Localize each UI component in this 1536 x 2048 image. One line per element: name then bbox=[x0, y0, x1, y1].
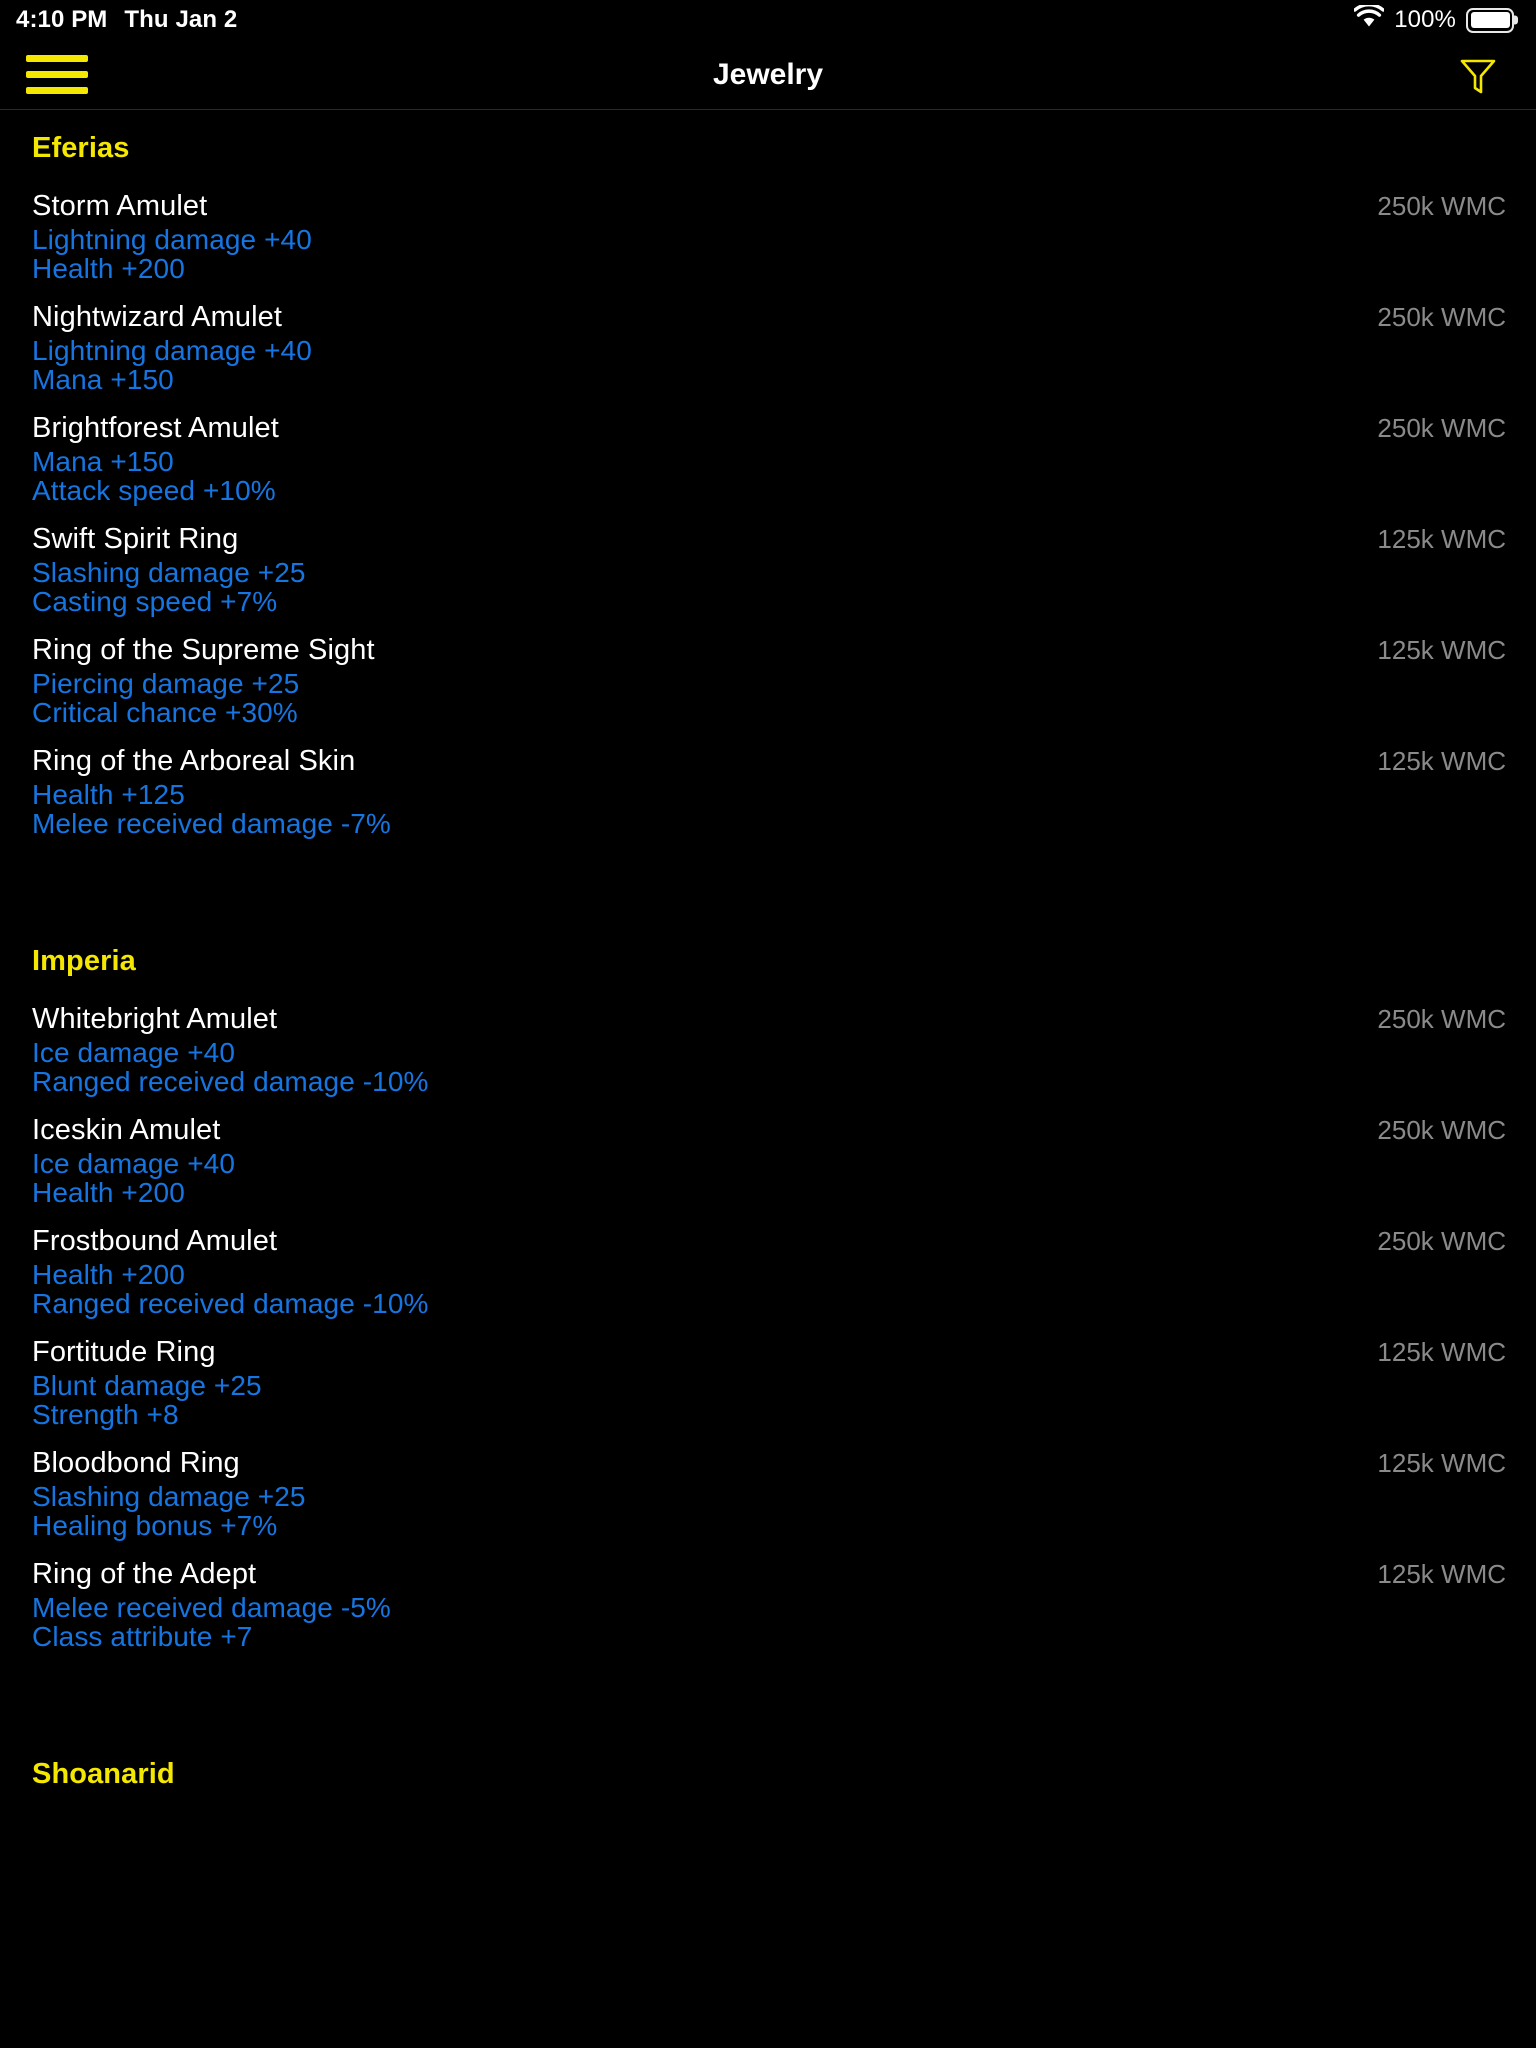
item-row[interactable]: Ring of the Arboreal Skin Health +125 Mele… bbox=[32, 728, 1506, 839]
item-stat: Ice damage +40 bbox=[32, 1037, 235, 1068]
item-stat: Healing bonus +7% bbox=[32, 1510, 278, 1541]
battery-percent: 100% bbox=[1394, 6, 1456, 33]
item-stat: Ranged received damage -10% bbox=[32, 1066, 429, 1097]
item-row[interactable]: Whitebright Amulet Ice damage +40 Ranged r… bbox=[32, 986, 1506, 1097]
item-price: 125k WMC bbox=[1377, 746, 1506, 776]
item-price: 125k WMC bbox=[1377, 1448, 1506, 1478]
status-time: 4:10 PM bbox=[16, 6, 108, 33]
item-row[interactable]: Bloodbond Ring Slashing damage +25 Healing… bbox=[32, 1430, 1506, 1541]
item-price: 250k WMC bbox=[1377, 302, 1506, 332]
item-name: Iceskin Amulet bbox=[32, 1114, 221, 1146]
item-details: Ring of the Adept Melee received damage -… bbox=[32, 1555, 1353, 1651]
item-details: Bloodbond Ring Slashing damage +25 Healing… bbox=[32, 1444, 1353, 1540]
item-details: Iceskin Amulet Ice damage +40 Health +200 bbox=[32, 1111, 1353, 1207]
item-stat: Critical chance +30% bbox=[32, 697, 298, 728]
item-name: Frostbound Amulet bbox=[32, 1225, 278, 1257]
item-stat: Class attribute +7 bbox=[32, 1621, 253, 1652]
battery-full-icon bbox=[1466, 7, 1514, 33]
item-stat: Ice damage +40 bbox=[32, 1148, 235, 1179]
item-stat: Strength +8 bbox=[32, 1399, 179, 1430]
item-stat: Lightning damage +40 bbox=[32, 335, 312, 366]
item-row[interactable]: Swift Spirit Ring Slashing damage +25 Cast… bbox=[32, 506, 1506, 617]
item-name: Ring of the Adept bbox=[32, 1558, 257, 1590]
section-header: Eferias bbox=[32, 132, 130, 164]
wifi-icon bbox=[1353, 3, 1386, 35]
section-imperia: Imperia Whitebright Amulet Ice damage +40 R… bbox=[32, 923, 1506, 1652]
navigation-bar: Jewelry bbox=[0, 40, 1536, 110]
item-stat: Blunt damage +25 bbox=[32, 1370, 262, 1401]
item-row[interactable]: Frostbound Amulet Health +200 Ranged recei… bbox=[32, 1208, 1506, 1319]
item-row[interactable]: Storm Amulet Lightning damage +40 Health +… bbox=[32, 173, 1506, 284]
item-stat: Mana +150 bbox=[32, 446, 174, 477]
item-name: Nightwizard Amulet bbox=[32, 301, 283, 333]
item-row[interactable]: Fortitude Ring Blunt damage +25 Strength +… bbox=[32, 1319, 1506, 1430]
item-row[interactable]: Nightwizard Amulet Lightning damage +40 Ma… bbox=[32, 284, 1506, 395]
section-eferias: Eferias Storm Amulet Lightning damage +40 H… bbox=[32, 110, 1506, 839]
item-price: 250k WMC bbox=[1377, 1226, 1506, 1256]
item-details: Nightwizard Amulet Lightning damage +40 Ma… bbox=[32, 298, 1353, 394]
jewelry-item-list[interactable]: Eferias Storm Amulet Lightning damage +40 H… bbox=[0, 110, 1536, 2047]
item-name: Brightforest Amulet bbox=[32, 412, 279, 444]
item-row[interactable]: Iceskin Amulet Ice damage +40 Health +200 2… bbox=[32, 1097, 1506, 1208]
funnel-filter-icon[interactable] bbox=[1456, 53, 1500, 97]
item-details: Ring of the Arboreal Skin Health +125 Mele… bbox=[32, 742, 1353, 838]
item-details: Swift Spirit Ring Slashing damage +25 Cast… bbox=[32, 520, 1353, 616]
item-stat: Slashing damage +25 bbox=[32, 1481, 306, 1512]
item-details: Frostbound Amulet Health +200 Ranged recei… bbox=[32, 1222, 1353, 1318]
item-price: 250k WMC bbox=[1377, 413, 1506, 443]
item-name: Bloodbond Ring bbox=[32, 1447, 240, 1479]
item-stat: Health +200 bbox=[32, 1177, 185, 1208]
item-details: Storm Amulet Lightning damage +40 Health +… bbox=[32, 187, 1353, 283]
item-stat: Health +200 bbox=[32, 1259, 185, 1290]
item-details: Fortitude Ring Blunt damage +25 Strength +… bbox=[32, 1333, 1353, 1429]
item-stat: Casting speed +7% bbox=[32, 586, 278, 617]
item-name: Fortitude Ring bbox=[32, 1336, 216, 1368]
section-header: Shoanarid bbox=[32, 1758, 175, 1790]
item-price: 125k WMC bbox=[1377, 1559, 1506, 1589]
item-row[interactable]: Ring of the Supreme Sight Piercing damage… bbox=[32, 617, 1506, 728]
section-header: Imperia bbox=[32, 945, 136, 977]
item-name: Storm Amulet bbox=[32, 190, 208, 222]
status-bar: 4:10 PM Thu Jan 2 100% bbox=[0, 0, 1536, 40]
item-name: Swift Spirit Ring bbox=[32, 523, 239, 555]
section-shoanarid: Shoanarid bbox=[32, 1736, 1506, 1799]
item-price: 250k WMC bbox=[1377, 1115, 1506, 1145]
item-row[interactable]: Brightforest Amulet Mana +150 Attack speed… bbox=[32, 395, 1506, 506]
item-stat: Health +200 bbox=[32, 253, 185, 284]
item-row[interactable]: Ring of the Adept Melee received damage -… bbox=[32, 1541, 1506, 1652]
item-stat: Ranged received damage -10% bbox=[32, 1288, 429, 1319]
item-stat: Mana +150 bbox=[32, 364, 174, 395]
item-details: Whitebright Amulet Ice damage +40 Ranged r… bbox=[32, 1000, 1353, 1096]
item-stat: Health +125 bbox=[32, 779, 185, 810]
item-stat: Lightning damage +40 bbox=[32, 224, 312, 255]
item-details: Ring of the Supreme Sight Piercing damage… bbox=[32, 631, 1353, 727]
item-stat: Melee received damage -7% bbox=[32, 808, 391, 839]
item-price: 125k WMC bbox=[1377, 635, 1506, 665]
item-price: 250k WMC bbox=[1377, 191, 1506, 221]
item-details: Brightforest Amulet Mana +150 Attack speed… bbox=[32, 409, 1353, 505]
item-stat: Attack speed +10% bbox=[32, 475, 276, 506]
status-bar-left: 4:10 PM Thu Jan 2 bbox=[16, 6, 237, 34]
item-name: Ring of the Arboreal Skin bbox=[32, 745, 356, 777]
item-name: Whitebright Amulet bbox=[32, 1003, 278, 1035]
status-date: Thu Jan 2 bbox=[124, 6, 238, 33]
item-price: 250k WMC bbox=[1377, 1004, 1506, 1034]
item-price: 125k WMC bbox=[1377, 524, 1506, 554]
item-stat: Melee received damage -5% bbox=[32, 1592, 391, 1623]
item-name: Ring of the Supreme Sight bbox=[32, 634, 375, 666]
item-price: 125k WMC bbox=[1377, 1337, 1506, 1367]
status-bar-right: 100% bbox=[1353, 3, 1514, 35]
item-stat: Slashing damage +25 bbox=[32, 557, 306, 588]
page-title: Jewelry bbox=[712, 57, 824, 91]
item-stat: Piercing damage +25 bbox=[32, 668, 300, 699]
hamburger-menu-icon[interactable] bbox=[26, 49, 90, 101]
